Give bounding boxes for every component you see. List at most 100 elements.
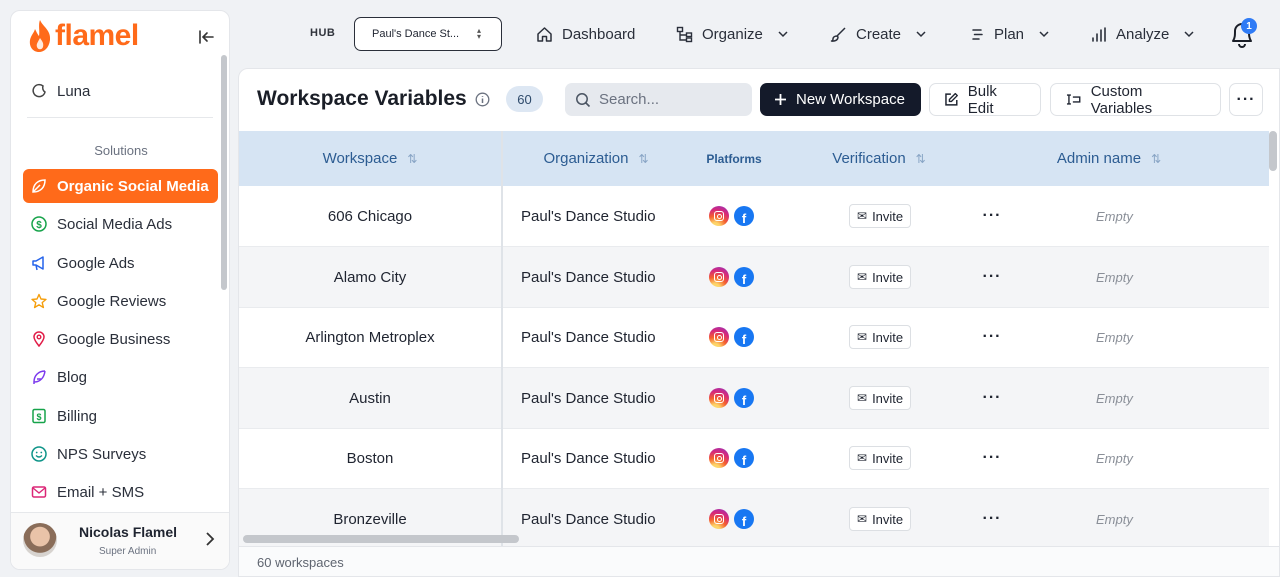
facebook-icon: f — [734, 509, 754, 529]
flamel-logo[interactable]: flamel — [27, 19, 139, 53]
row-more-icon[interactable]: ··· — [983, 388, 1001, 408]
sidebar-item-google-ads[interactable]: Google Ads — [23, 246, 218, 280]
table-row[interactable]: Austin Paul's Dance Studio f ✉ Invite ···… — [239, 368, 1269, 429]
user-profile-menu[interactable]: Nicolas Flamel Super Admin — [11, 512, 229, 569]
admin-name-cell[interactable]: Empty — [1096, 307, 1133, 367]
row-more-icon[interactable]: ··· — [983, 206, 1001, 226]
nav-organize[interactable]: Organize — [676, 17, 788, 51]
column-header-workspace[interactable]: Workspace ⇅ — [239, 131, 501, 186]
column-header-verification[interactable]: Verification ⇅ — [819, 131, 939, 186]
more-options-button[interactable]: ··· — [1229, 83, 1263, 116]
row-more-icon[interactable]: ··· — [983, 267, 1001, 287]
sidebar-item-luna[interactable]: Luna — [23, 74, 218, 108]
invite-button[interactable]: ✉ Invite — [849, 507, 912, 531]
smile-icon — [30, 446, 47, 463]
bar-chart-icon — [1092, 26, 1106, 42]
table-row[interactable]: Boston Paul's Dance Studio f ✉ Invite ···… — [239, 428, 1269, 489]
admin-name-cell[interactable]: Empty — [1096, 489, 1133, 549]
chevron-down-icon — [1184, 30, 1194, 37]
search-icon — [576, 92, 591, 107]
table-row[interactable]: 606 Chicago Paul's Dance Studio f ✉ Invit… — [239, 186, 1269, 247]
sidebar: flamel Luna Solutions Organic Social Med… — [10, 10, 230, 570]
horizontal-scrollbar[interactable] — [243, 535, 519, 543]
info-icon[interactable] — [475, 92, 490, 107]
hub-select-value: Paul's Dance St... — [372, 28, 460, 40]
button-label: New Workspace — [796, 91, 905, 108]
column-header-organization[interactable]: Organization ⇅ — [521, 131, 671, 186]
organization-cell: Paul's Dance Studio — [521, 510, 656, 528]
row-more-icon[interactable]: ··· — [983, 448, 1001, 468]
page-title: Workspace Variables — [257, 87, 467, 110]
sidebar-item-nps-surveys[interactable]: NPS Surveys — [23, 437, 218, 471]
variable-icon — [1066, 94, 1081, 105]
workspace-cell: Boston — [346, 449, 394, 467]
admin-name-cell[interactable]: Empty — [1096, 368, 1133, 428]
sidebar-item-google-business[interactable]: Google Business — [23, 322, 218, 356]
column-label: Organization — [543, 150, 629, 167]
mail-icon: ✉ — [857, 270, 868, 284]
table-row[interactable]: Alamo City Paul's Dance Studio f ✉ Invite… — [239, 247, 1269, 308]
home-icon — [537, 26, 552, 42]
user-name: Nicolas Flamel — [79, 524, 178, 540]
instagram-icon — [709, 509, 729, 529]
custom-variables-button[interactable]: Custom Variables — [1050, 83, 1221, 117]
nav-analyze[interactable]: Analyze — [1090, 17, 1194, 51]
invite-label: Invite — [872, 390, 904, 406]
mail-icon — [30, 484, 47, 501]
facebook-icon: f — [734, 448, 754, 468]
nav-label: Analyze — [1116, 25, 1170, 43]
invite-label: Invite — [872, 450, 904, 466]
invite-button[interactable]: ✉ Invite — [849, 446, 912, 470]
sidebar-item-google-reviews[interactable]: Google Reviews — [23, 284, 218, 318]
bulk-edit-button[interactable]: Bulk Edit — [929, 83, 1041, 117]
column-label: Platforms — [706, 151, 762, 166]
new-workspace-button[interactable]: New Workspace — [760, 83, 921, 116]
admin-name-cell[interactable]: Empty — [1096, 186, 1133, 246]
edit-icon — [945, 92, 958, 106]
sidebar-item-billing[interactable]: $ Billing — [23, 399, 218, 433]
hub-select[interactable]: Paul's Dance St... ▴ ▾ — [354, 17, 502, 51]
invite-button[interactable]: ✉ Invite — [849, 265, 912, 289]
workspace-variables-panel: Workspace Variables 60 New Workspace Bul… — [238, 68, 1280, 577]
collapse-sidebar-button[interactable] — [197, 27, 217, 47]
sidebar-item-organic-social-media[interactable]: Organic Social Media — [23, 169, 218, 203]
invite-button[interactable]: ✉ Invite — [849, 204, 912, 228]
sort-icon: ⇅ — [407, 151, 418, 166]
brush-icon — [830, 26, 846, 42]
notification-badge: 1 — [1241, 18, 1257, 34]
megaphone-icon — [30, 255, 47, 272]
mail-icon: ✉ — [857, 330, 868, 344]
table-row[interactable]: Arlington Metroplex Paul's Dance Studio … — [239, 307, 1269, 368]
organization-cell: Paul's Dance Studio — [521, 389, 656, 407]
table-footer: 60 workspaces — [239, 546, 1279, 576]
vertical-scrollbar[interactable] — [1269, 131, 1277, 171]
avatar — [23, 523, 57, 557]
organization-cell: Paul's Dance Studio — [521, 268, 656, 286]
facebook-icon: f — [734, 206, 754, 226]
row-more-icon[interactable]: ··· — [983, 327, 1001, 347]
sidebar-item-email-sms[interactable]: Email + SMS — [23, 475, 218, 509]
column-header-admin-name[interactable]: Admin name ⇅ — [1049, 131, 1169, 186]
sidebar-item-social-media-ads[interactable]: $ Social Media Ads — [23, 207, 218, 241]
mail-icon: ✉ — [857, 512, 868, 526]
nav-create[interactable]: Create — [830, 17, 926, 51]
nav-dashboard[interactable]: Dashboard — [536, 17, 635, 51]
sidebar-item-label: Google Business — [57, 330, 171, 348]
nav-plan[interactable]: Plan — [970, 17, 1049, 51]
search-box[interactable] — [565, 83, 752, 116]
row-more-icon[interactable]: ··· — [983, 509, 1001, 529]
sidebar-scrollbar[interactable] — [221, 55, 227, 290]
sidebar-item-blog[interactable]: Blog — [23, 360, 218, 394]
search-input[interactable] — [599, 91, 739, 108]
invite-button[interactable]: ✉ Invite — [849, 325, 912, 349]
invite-button[interactable]: ✉ Invite — [849, 386, 912, 410]
invite-label: Invite — [872, 269, 904, 285]
moon-icon — [30, 83, 47, 100]
sidebar-item-label: Luna — [57, 82, 91, 100]
svg-text:$: $ — [36, 412, 41, 422]
admin-name-cell[interactable]: Empty — [1096, 428, 1133, 488]
sidebar-item-label: Blog — [57, 368, 88, 386]
admin-name-cell[interactable]: Empty — [1096, 247, 1133, 307]
platforms-cell: f — [709, 368, 754, 428]
nav-label: Create — [856, 25, 902, 43]
